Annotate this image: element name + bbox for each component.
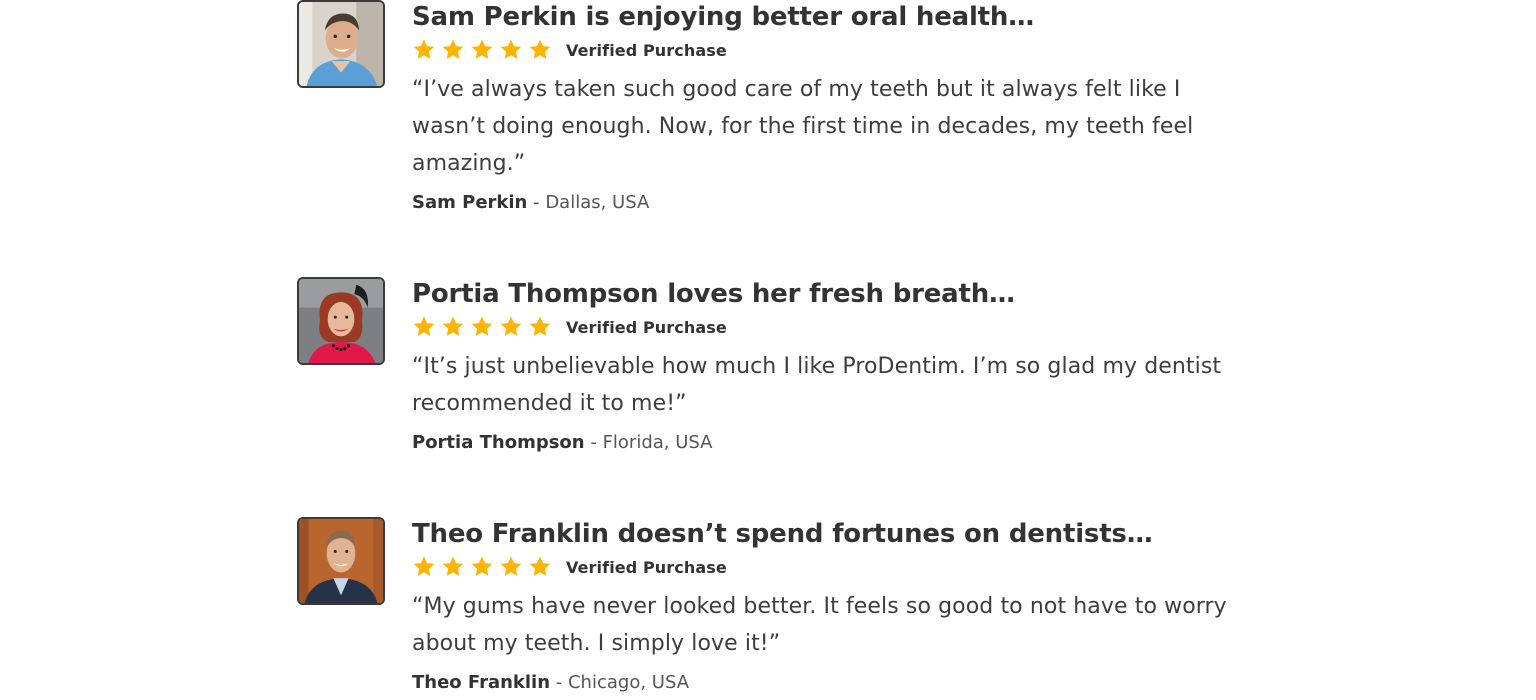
reviewer-name: Portia Thompson [412, 432, 585, 453]
review-headline: Sam Perkin is enjoying better oral healt… [412, 2, 1035, 32]
verified-purchase-label: Verified Purchase [566, 557, 727, 577]
verified-purchase-label: Verified Purchase [566, 40, 727, 60]
verified-purchase-label: Verified Purchase [566, 317, 727, 337]
star-icon [500, 316, 522, 336]
review-quote: “It’s just unbelievable how much I like … [412, 354, 1222, 416]
star-rating [412, 315, 557, 339]
star-icon [529, 556, 551, 576]
star-icon [413, 39, 435, 59]
star-icon [413, 556, 435, 576]
rating-row: Verified Purchase [412, 554, 1242, 580]
reviewer-avatar [297, 277, 385, 365]
rating-row: Verified Purchase [412, 37, 1242, 63]
review-headline: Theo Franklin doesn’t spend fortunes on … [412, 519, 1153, 549]
review-content: Theo Franklin doesn’t spend fortunes on … [412, 517, 1242, 696]
star-icon [500, 556, 522, 576]
star-icon [442, 39, 464, 59]
star-icon [471, 556, 493, 576]
reviewer-name: Sam Perkin [412, 192, 528, 213]
review-quote: “I’ve always taken such good care of my … [412, 77, 1194, 176]
review-content: Portia Thompson loves her fresh breath… … [412, 277, 1242, 456]
man-smiling-portrait-icon [299, 2, 383, 86]
woman-portrait-icon [299, 279, 383, 363]
rating-row: Verified Purchase [412, 314, 1242, 340]
star-icon [471, 316, 493, 336]
reviewer-location: - Dallas, USA [527, 192, 650, 213]
reviewer-location: - Chicago, USA [550, 672, 690, 693]
star-icon [471, 39, 493, 59]
reviewer-attribution: Sam Perkin - Dallas, USA [412, 190, 1242, 216]
reviewer-name: Theo Franklin [412, 672, 551, 693]
reviewer-avatar [297, 517, 385, 605]
star-icon [529, 316, 551, 336]
reviewer-attribution: Portia Thompson - Florida, USA [412, 430, 1242, 456]
star-icon [500, 39, 522, 59]
star-icon [413, 316, 435, 336]
star-rating [412, 38, 557, 62]
star-icon [529, 39, 551, 59]
star-icon [442, 556, 464, 576]
reviewer-avatar [297, 0, 385, 88]
review-headline: Portia Thompson loves her fresh breath… [412, 279, 1015, 309]
reviewer-location: - Florida, USA [584, 432, 713, 453]
star-icon [442, 316, 464, 336]
review-content: Sam Perkin is enjoying better oral healt… [412, 0, 1242, 216]
review-quote: “My gums have never looked better. It fe… [412, 594, 1227, 656]
man-suit-portrait-icon [299, 519, 383, 603]
star-rating [412, 555, 557, 579]
reviewer-attribution: Theo Franklin - Chicago, USA [412, 670, 1242, 696]
